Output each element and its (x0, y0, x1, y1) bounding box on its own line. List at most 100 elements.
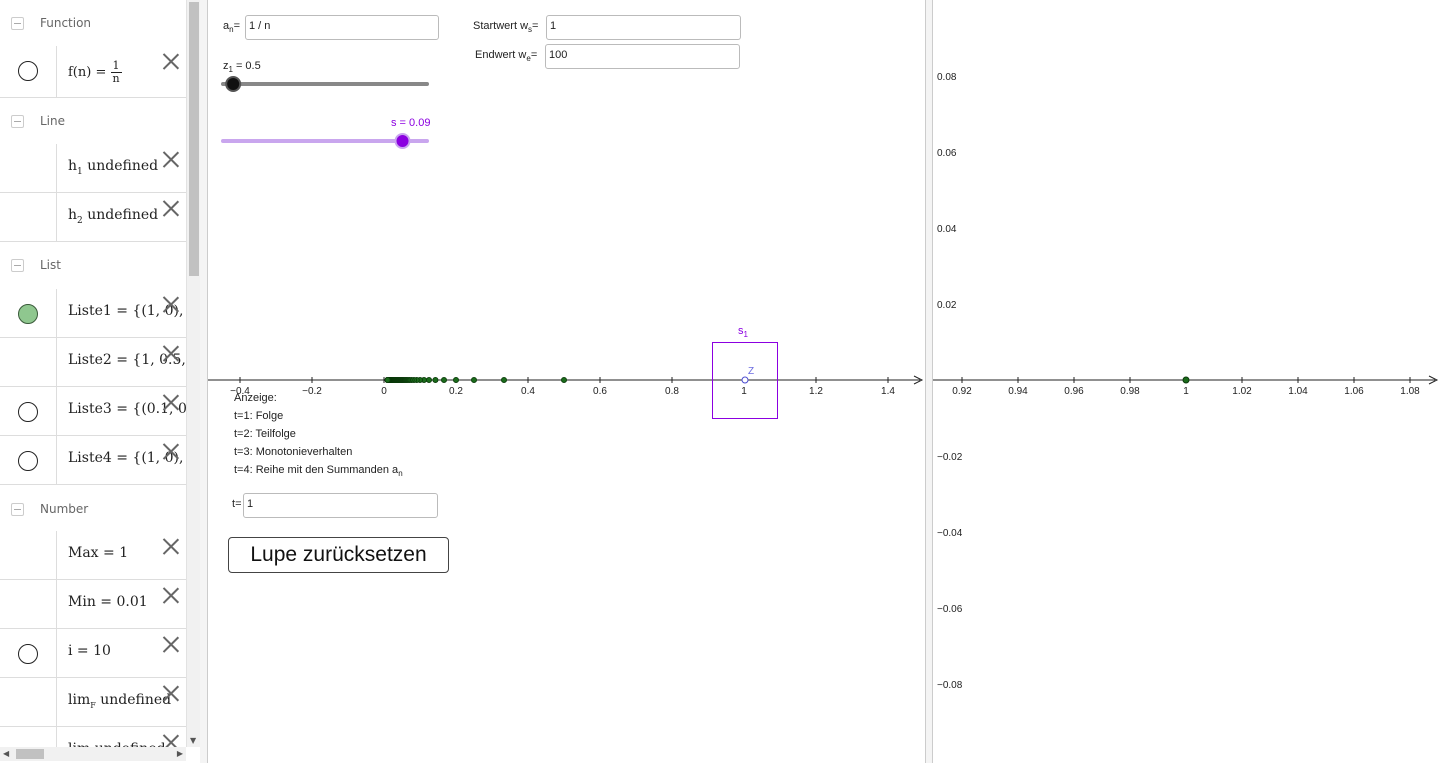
anzeige-heading: Anzeige: (234, 392, 277, 404)
tick-label: −0.08 (937, 680, 963, 691)
scroll-left-icon[interactable]: ◀ (3, 749, 9, 758)
marble-cell (0, 436, 57, 484)
reset-magnifier-button[interactable]: Lupe zurücksetzen (228, 537, 449, 573)
endwert-label: Endwert we= (475, 49, 538, 64)
t-input[interactable]: 1 (243, 493, 438, 518)
algebra-row-f[interactable]: f(n) = 1 n (0, 46, 186, 98)
tick-label: −0.02 (937, 452, 963, 463)
sequence-point[interactable] (425, 376, 432, 383)
equals-sign: = (95, 65, 107, 80)
scroll-down-icon[interactable]: ▼ (190, 736, 196, 745)
visibility-toggle-icon[interactable] (18, 304, 38, 324)
marble-cell (0, 531, 57, 579)
algebra-row-h1[interactable]: h1 undefined (0, 144, 186, 193)
scrollbar-thumb[interactable] (189, 2, 199, 276)
delete-icon[interactable] (162, 537, 180, 555)
delete-icon[interactable] (162, 586, 180, 604)
tick-label: 0.08 (937, 72, 957, 83)
delete-icon[interactable] (162, 199, 180, 217)
marble-cell (0, 678, 57, 726)
visibility-toggle-icon[interactable] (18, 61, 38, 81)
sequence-point[interactable] (440, 376, 447, 383)
point-z-label: Z (748, 366, 754, 377)
delete-icon[interactable] (162, 635, 180, 653)
collapse-icon[interactable] (11, 17, 24, 30)
tick-label: −0.04 (937, 528, 963, 539)
algebra-row-liste2[interactable]: Liste2 = {1, 0.5, 0.3 (0, 338, 186, 387)
scrollbar-thumb[interactable] (16, 749, 44, 759)
fraction: 1 n (110, 60, 122, 85)
delete-icon[interactable] (162, 393, 180, 411)
marble-cell (0, 338, 57, 386)
tick-label: 0.8 (665, 386, 679, 397)
option-text: t=2: Teilfolge (234, 428, 296, 440)
algebra-row-max[interactable]: Max = 1 (0, 531, 186, 580)
algebra-row-limf[interactable]: limF undefined (0, 678, 186, 727)
number-definition: limF undefined (68, 692, 171, 710)
graphics-view-1[interactable]: −0.4 −0.2 0 0.2 0.4 0.6 0.8 1 1.2 1.4 s1 Z z1 = 0.… (208, 0, 925, 763)
point-z[interactable] (741, 376, 749, 384)
visibility-toggle-icon[interactable] (18, 402, 38, 422)
view-splitter[interactable] (200, 0, 208, 763)
tick-label: 0.06 (937, 148, 957, 159)
delete-icon[interactable] (162, 733, 180, 747)
sequence-point[interactable] (560, 376, 567, 383)
algebra-vertical-scrollbar[interactable]: ▲ ▼ (186, 0, 200, 747)
sequence-point[interactable] (384, 376, 391, 383)
number-definition: Min = 0.01 (68, 594, 148, 610)
view-splitter[interactable] (925, 0, 933, 763)
line-name: h (68, 207, 78, 223)
function-definition: f(n) = 1 n (68, 60, 122, 85)
algebra-row-liste1[interactable]: Liste1 = {(1, 0), (0. (0, 289, 186, 338)
collapse-icon[interactable] (11, 259, 24, 272)
sequence-point[interactable] (470, 376, 477, 383)
line-name: h (68, 158, 78, 174)
category-list[interactable]: List (0, 242, 186, 289)
zoomed-point[interactable] (1182, 376, 1190, 384)
line-value: undefined (87, 158, 159, 174)
marble-cell (0, 193, 57, 241)
delete-icon[interactable] (162, 344, 180, 362)
fraction-denominator: n (112, 72, 120, 85)
algebra-row-i[interactable]: i = 10 (0, 629, 186, 678)
algebra-row-h2[interactable]: h2 undefined (0, 193, 186, 242)
scroll-right-icon[interactable]: ▶ (177, 749, 183, 758)
delete-icon[interactable] (162, 52, 180, 70)
y-axis-ticks: 0.08 0.06 0.04 0.02 −0.02 −0.04 −0.06 −0.08 (937, 72, 963, 691)
tick-label: 1.02 (1232, 386, 1252, 397)
algebra-row-liste4[interactable]: Liste4 = {(1, 0), (1. (0, 436, 186, 485)
visibility-toggle-icon[interactable] (18, 451, 38, 471)
endwert-input[interactable]: 100 (545, 44, 740, 69)
delete-icon[interactable] (162, 295, 180, 313)
algebra-horizontal-scrollbar[interactable]: ◀ ▶ (0, 747, 186, 761)
algebra-row-min[interactable]: Min = 0.01 (0, 580, 186, 629)
collapse-icon[interactable] (11, 115, 24, 128)
tick-label: 0.02 (937, 300, 957, 311)
option-text: t=3: Monotonieverhalten (234, 446, 353, 458)
tick-label: −0.06 (937, 604, 963, 615)
graphics-view-2[interactable]: 0.92 0.94 0.96 0.98 1 1.02 1.04 1.06 1.08 0.080.… (933, 0, 1440, 763)
category-function[interactable]: Function (0, 0, 186, 46)
visibility-toggle-icon[interactable] (18, 644, 38, 664)
function-name: f(n) (68, 65, 92, 80)
an-input[interactable]: 1 / n (245, 15, 439, 40)
delete-icon[interactable] (162, 150, 180, 168)
marble-cell (0, 727, 57, 747)
slider-s-handle[interactable] (394, 133, 411, 149)
startwert-input[interactable]: 1 (546, 15, 741, 40)
algebra-row-lim[interactable]: lim undefined (0, 727, 186, 747)
delete-icon[interactable] (162, 442, 180, 460)
category-number[interactable]: Number (0, 485, 186, 531)
delete-icon[interactable] (162, 684, 180, 702)
tick-label: 0 (381, 386, 387, 397)
sequence-point[interactable] (500, 376, 507, 383)
collapse-icon[interactable] (11, 503, 24, 516)
sequence-point[interactable] (432, 376, 439, 383)
category-line[interactable]: Line (0, 98, 186, 144)
algebra-row-liste3[interactable]: Liste3 = {(0.1, 0), ( (0, 387, 186, 436)
slider-z1-handle[interactable] (225, 76, 242, 92)
tick-label: 0.2 (449, 386, 463, 397)
tick-label: −0.2 (302, 386, 322, 397)
tick-label: 0.94 (1008, 386, 1028, 397)
sequence-point[interactable] (452, 376, 459, 383)
